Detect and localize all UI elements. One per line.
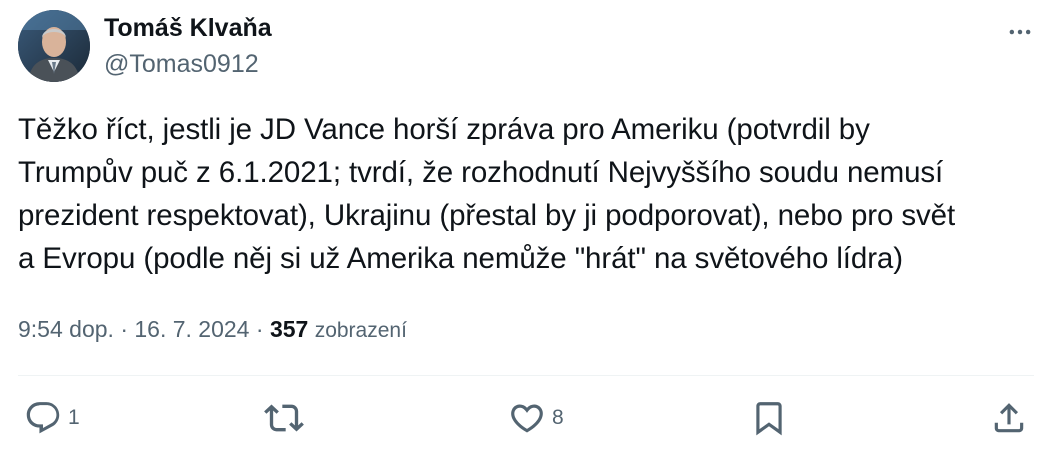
tweet-meta: 9:54 dop. · 16. 7. 2024 · 357 zobrazení [18,313,407,347]
like-button[interactable]: 8 [508,394,564,442]
heart-icon [511,404,543,433]
bookmark-button[interactable] [750,394,788,442]
retweet-arrows-icon [264,404,304,432]
views-count[interactable]: 357 [270,316,308,342]
action-bar: 1 8 [0,394,1052,442]
tweet-date[interactable]: 16. 7. 2024 [134,316,249,342]
more-horizontal-icon [1009,29,1031,35]
meta-separator: · [255,316,264,342]
tweet-time[interactable]: 9:54 dop. [18,316,114,342]
tweet-text: Těžko říct, jestli je JD Vance horší zpr… [18,113,956,275]
bookmark-icon [756,402,782,436]
avatar[interactable] [18,10,90,82]
more-options-button[interactable] [1002,14,1038,50]
reply-bubble-icon [26,402,60,434]
author-display-name[interactable]: Tomáš Klvaňa [104,12,272,44]
avatar-image [18,10,90,82]
retweet-button[interactable] [264,394,304,442]
author-handle[interactable]: @Tomas0912 [104,48,272,80]
like-count: 8 [552,406,564,429]
share-button[interactable] [990,394,1028,442]
divider [18,375,1034,376]
reply-count: 1 [68,406,80,429]
tweet-card: Tomáš Klvaňa @Tomas0912 Těžko říct, jest… [0,0,1052,460]
views-label: zobrazení [314,319,407,342]
share-upload-icon [994,403,1024,433]
author-info: Tomáš Klvaňa @Tomas0912 [104,12,272,80]
reply-button[interactable]: 1 [24,394,80,442]
meta-separator: · [120,316,128,342]
